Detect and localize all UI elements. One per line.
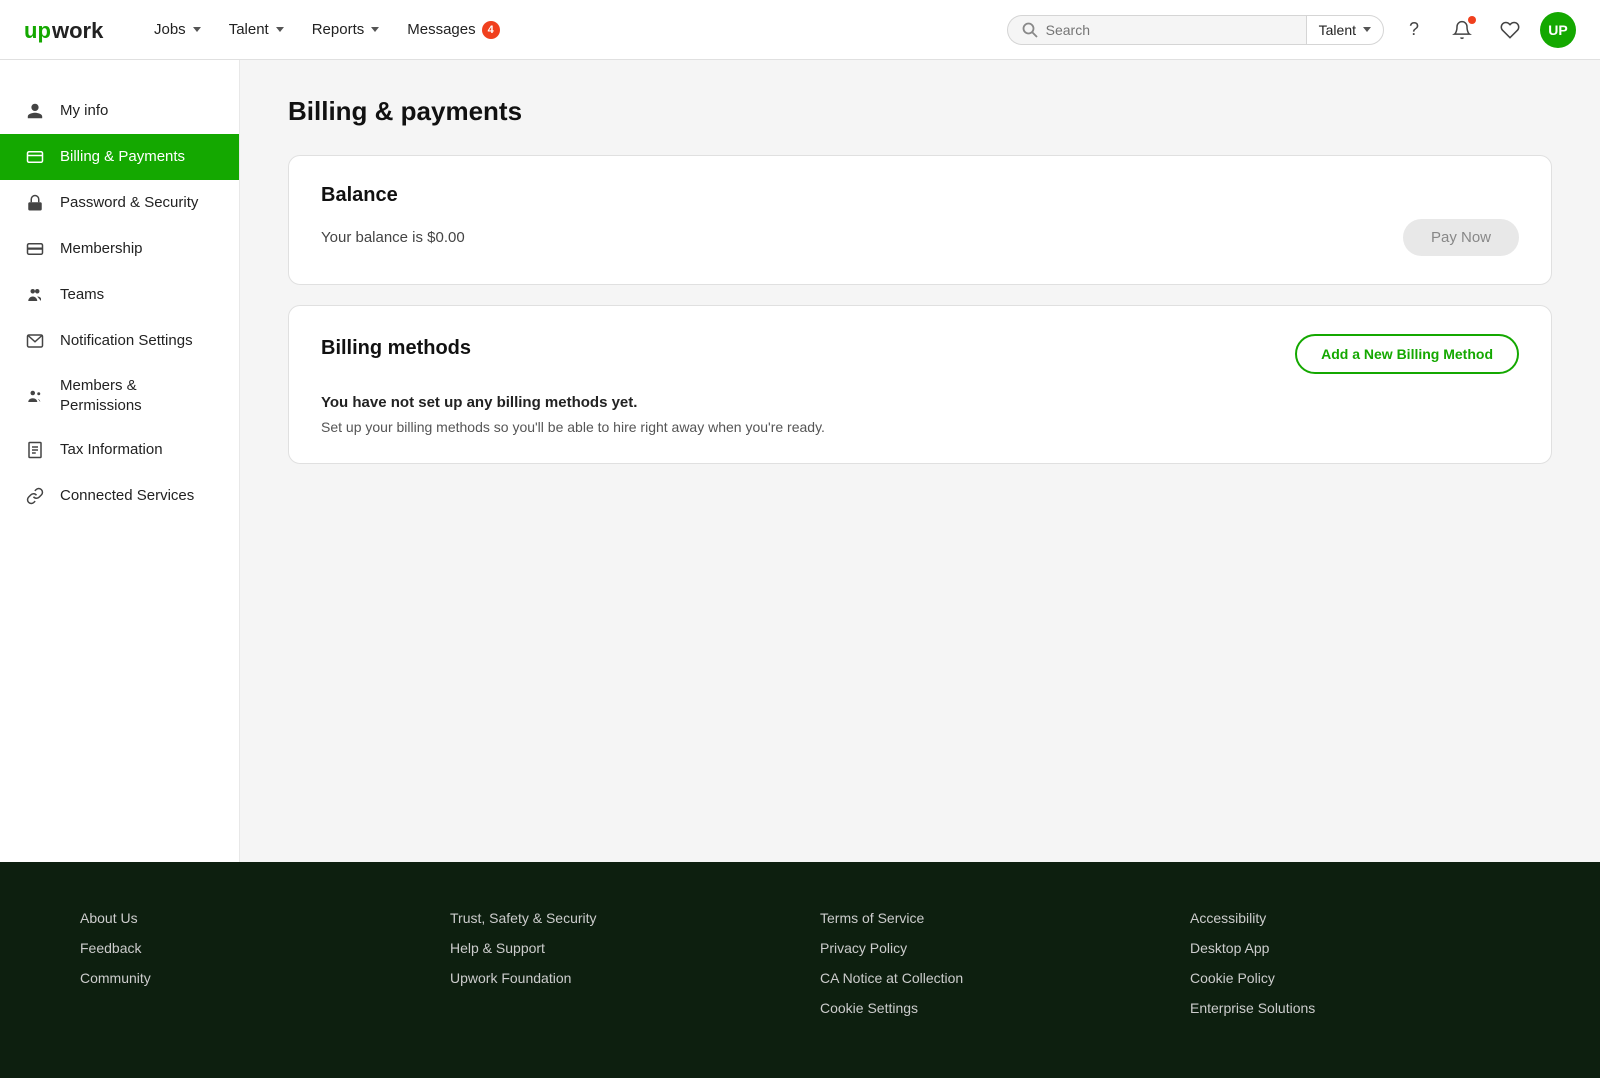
- balance-card: Balance Your balance is $0.00 Pay Now: [288, 155, 1552, 285]
- search-icon: [1022, 22, 1038, 38]
- card-icon: [24, 238, 46, 260]
- sidebar-label-tax: Tax Information: [60, 440, 163, 460]
- footer-col-2: Trust, Safety & Security Help & Support …: [450, 910, 780, 1030]
- footer-link-feedback[interactable]: Feedback: [80, 940, 410, 956]
- billing-methods-card: Billing methods Add a New Billing Method…: [288, 305, 1552, 464]
- sidebar-item-membership[interactable]: Membership: [0, 226, 239, 272]
- svg-text:up: up: [24, 18, 51, 43]
- chevron-down-icon: [193, 27, 201, 32]
- balance-text: Your balance is $0.00: [321, 229, 465, 246]
- chevron-down-icon: [276, 27, 284, 32]
- balance-row: Your balance is $0.00 Pay Now: [321, 219, 1519, 256]
- balance-card-title: Balance: [321, 184, 1519, 207]
- link-icon: [24, 485, 46, 507]
- nav-item-talent[interactable]: Talent: [217, 13, 296, 46]
- sidebar-label-notifications: Notification Settings: [60, 331, 193, 351]
- footer-col-3: Terms of Service Privacy Policy CA Notic…: [820, 910, 1150, 1030]
- header-right: Talent ? UP: [1007, 12, 1576, 48]
- search-wrap: Talent: [1007, 15, 1384, 45]
- heart-icon: [1500, 20, 1520, 40]
- talent-filter-dropdown[interactable]: Talent: [1306, 15, 1384, 45]
- sidebar-label-billing: Billing & Payments: [60, 147, 185, 167]
- billing-methods-title: Billing methods: [321, 337, 471, 360]
- sidebar-label-password: Password & Security: [60, 193, 198, 213]
- sidebar-label-teams: Teams: [60, 285, 104, 305]
- logo[interactable]: up work: [24, 16, 114, 44]
- sidebar-item-password-security[interactable]: Password & Security: [0, 180, 239, 226]
- nav-label-jobs: Jobs: [154, 21, 186, 38]
- nav-label-talent: Talent: [229, 21, 269, 38]
- nav-item-reports[interactable]: Reports: [300, 13, 392, 46]
- sidebar-item-my-info[interactable]: My info: [0, 88, 239, 134]
- user-avatar[interactable]: UP: [1540, 12, 1576, 48]
- talent-filter-label: Talent: [1319, 22, 1356, 38]
- billing-methods-header: Billing methods Add a New Billing Method: [321, 334, 1519, 374]
- tax-icon: [24, 439, 46, 461]
- footer-col-1: About Us Feedback Community: [80, 910, 410, 1030]
- sidebar-item-notification-settings[interactable]: Notification Settings: [0, 318, 239, 364]
- page-title: Billing & payments: [288, 96, 1552, 127]
- footer-link-about-us[interactable]: About Us: [80, 910, 410, 926]
- sidebar-item-members-permissions[interactable]: Members & Permissions: [0, 364, 239, 427]
- nav-label-messages: Messages: [407, 21, 475, 38]
- sidebar-item-billing-payments[interactable]: Billing & Payments: [0, 134, 239, 180]
- search-input[interactable]: [1046, 22, 1226, 38]
- footer-link-cookie-settings[interactable]: Cookie Settings: [820, 1000, 1150, 1016]
- footer-link-privacy[interactable]: Privacy Policy: [820, 940, 1150, 956]
- chevron-down-icon: [371, 27, 379, 32]
- sidebar-label-connected-services: Connected Services: [60, 486, 194, 506]
- billing-empty-heading: You have not set up any billing methods …: [321, 394, 1519, 411]
- chevron-down-icon: [1363, 27, 1371, 32]
- billing-empty-subtext: Set up your billing methods so you'll be…: [321, 419, 1519, 435]
- footer-link-community[interactable]: Community: [80, 970, 410, 986]
- nav-item-jobs[interactable]: Jobs: [142, 13, 213, 46]
- help-button[interactable]: ?: [1396, 12, 1432, 48]
- page-layout: My info Billing & Payments Password & Se…: [0, 60, 1600, 862]
- footer-link-accessibility[interactable]: Accessibility: [1190, 910, 1520, 926]
- svg-text:work: work: [51, 18, 104, 43]
- sidebar-label-members: Members & Permissions: [60, 376, 215, 415]
- sidebar-item-tax-information[interactable]: Tax Information: [0, 427, 239, 473]
- main-content: Billing & payments Balance Your balance …: [240, 60, 1600, 862]
- nav-label-reports: Reports: [312, 21, 365, 38]
- teams-icon: [24, 284, 46, 306]
- footer-col-4: Accessibility Desktop App Cookie Policy …: [1190, 910, 1520, 1030]
- search-bar[interactable]: [1007, 15, 1307, 45]
- footer-link-cookie-policy[interactable]: Cookie Policy: [1190, 970, 1520, 986]
- header: up work Jobs Talent Reports Messages 4: [0, 0, 1600, 60]
- messages-badge: 4: [482, 21, 500, 39]
- main-nav: Jobs Talent Reports Messages 4: [142, 13, 1007, 47]
- footer-grid: About Us Feedback Community Trust, Safet…: [80, 910, 1520, 1030]
- lock-icon: [24, 192, 46, 214]
- sidebar-item-connected-services[interactable]: Connected Services: [0, 473, 239, 519]
- footer-link-enterprise[interactable]: Enterprise Solutions: [1190, 1000, 1520, 1016]
- footer: About Us Feedback Community Trust, Safet…: [0, 862, 1600, 1078]
- person-icon: [24, 100, 46, 122]
- favorites-button[interactable]: [1492, 12, 1528, 48]
- notifications-button[interactable]: [1444, 12, 1480, 48]
- pay-now-button[interactable]: Pay Now: [1403, 219, 1519, 256]
- billing-icon: [24, 146, 46, 168]
- footer-link-ca-notice[interactable]: CA Notice at Collection: [820, 970, 1150, 986]
- envelope-icon: [24, 330, 46, 352]
- sidebar-label-my-info: My info: [60, 101, 108, 121]
- nav-item-messages[interactable]: Messages 4: [395, 13, 511, 47]
- notification-badge: [1468, 16, 1476, 24]
- add-billing-method-button[interactable]: Add a New Billing Method: [1295, 334, 1519, 374]
- sidebar-label-membership: Membership: [60, 239, 143, 259]
- footer-link-terms[interactable]: Terms of Service: [820, 910, 1150, 926]
- footer-link-trust-safety[interactable]: Trust, Safety & Security: [450, 910, 780, 926]
- footer-link-upwork-foundation[interactable]: Upwork Foundation: [450, 970, 780, 986]
- sidebar: My info Billing & Payments Password & Se…: [0, 60, 240, 862]
- footer-link-desktop-app[interactable]: Desktop App: [1190, 940, 1520, 956]
- footer-link-help-support[interactable]: Help & Support: [450, 940, 780, 956]
- members-icon: [24, 385, 46, 407]
- sidebar-item-teams[interactable]: Teams: [0, 272, 239, 318]
